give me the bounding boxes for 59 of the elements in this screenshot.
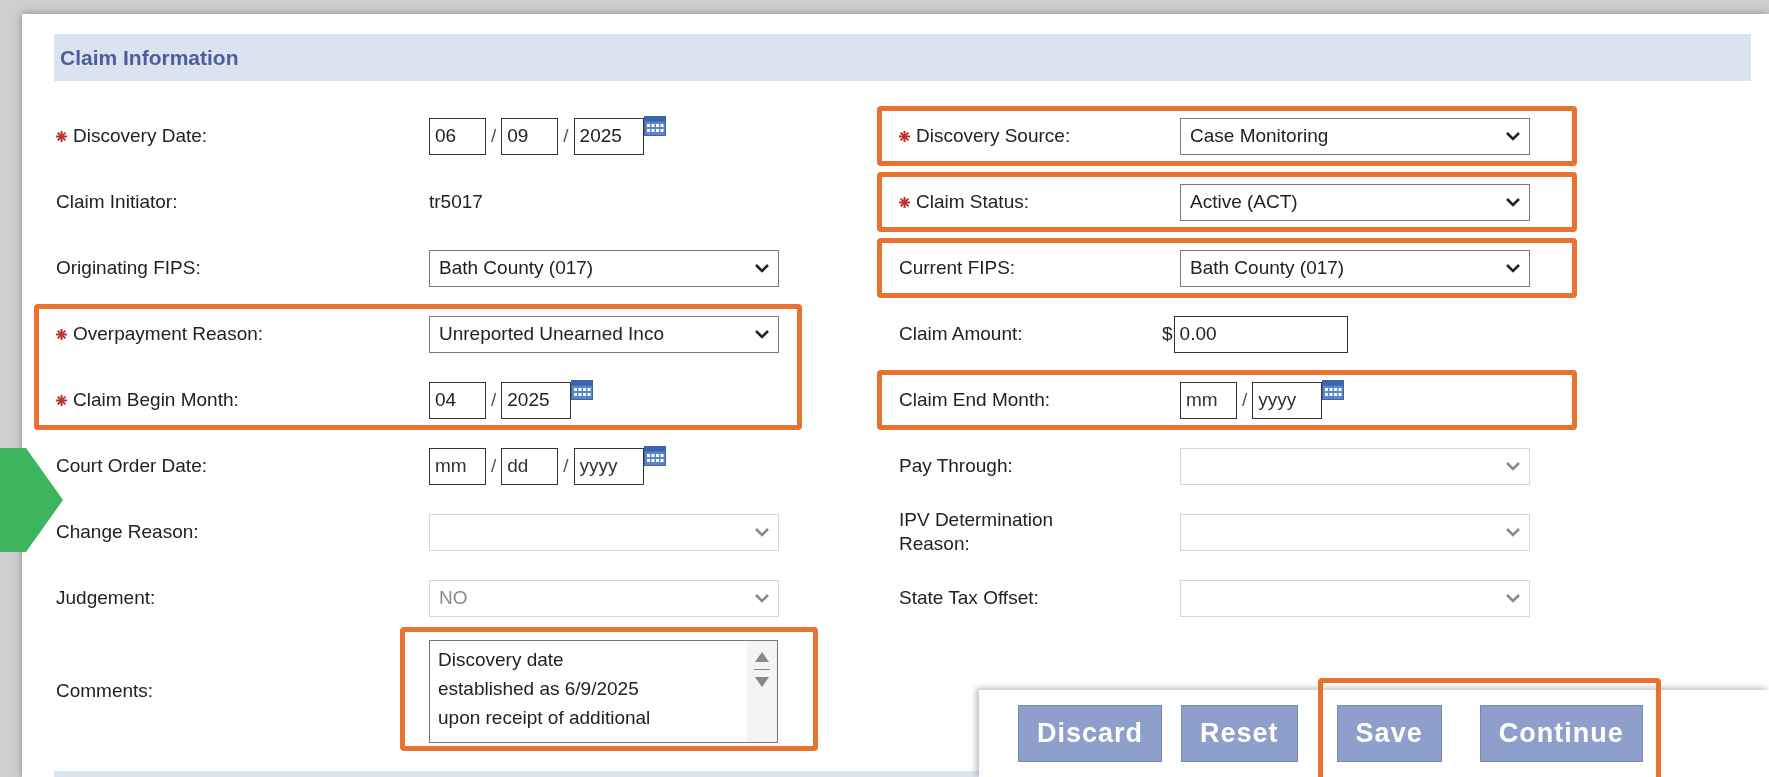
field-label: Discovery Date: [73,124,208,148]
comments-field[interactable]: Discovery date established as 6/9/2025 upon receipt of additional [429,639,778,743]
date-part-field[interactable]: mm [1180,381,1237,419]
chevron-down-icon [1505,527,1521,537]
chevron-down-icon [1505,461,1521,471]
field-label: Originating FIPS: [56,256,201,280]
dropdown[interactable]: Bath County (017) [429,249,779,287]
field-label: Claim Begin Month: [73,388,239,412]
dropdown[interactable]: Unreported Unearned Inco [429,315,779,353]
date-separator: / [491,389,497,411]
date-part-field[interactable]: yyyy [1252,381,1323,419]
field-label: Change Reason: [56,520,199,544]
field-label: Overpayment Reason: [73,322,264,346]
field-label: Claim Initiator: [56,190,178,214]
calendar-icon[interactable] [571,379,594,400]
date-separator: / [563,455,569,477]
chevron-down-icon [1505,263,1521,273]
dropdown[interactable]: Case Monitoring [1180,117,1530,155]
calendar-icon[interactable] [643,115,666,136]
field-label: Current FIPS: [899,256,1016,280]
date-part-field[interactable]: 2025 [573,117,644,155]
chevron-down-icon [1505,593,1521,603]
amount-field[interactable]: 0.00 [1173,315,1348,353]
calendar-icon[interactable] [1322,379,1345,400]
scroll-down-icon[interactable] [754,676,770,688]
field-label: Pay Through: [899,454,1013,478]
field-label: State Tax Offset: [899,586,1039,610]
date-part-field[interactable]: 06 [429,117,486,155]
date-part-field[interactable]: yyyy [573,447,644,485]
field-value: tr5017 [429,191,483,213]
currency-symbol: $ [1162,323,1173,345]
field-label: Claim End Month: [899,388,1050,412]
date-part-field[interactable]: 2025 [501,381,572,419]
date-part-field[interactable]: 04 [429,381,486,419]
field-label: Claim Amount: [899,322,1023,346]
chevron-down-icon [754,593,770,603]
chevron-down-icon [754,263,770,273]
scroll-up-icon[interactable] [754,650,770,663]
chevron-down-icon [1505,197,1521,207]
date-separator: / [491,455,497,477]
date-part-field[interactable]: dd [501,447,559,485]
section-title: Claim Information [60,45,239,70]
date-part-field[interactable]: mm [429,447,486,485]
date-separator: / [491,125,497,147]
date-part-field[interactable]: 09 [501,117,559,155]
chevron-down-icon [754,329,770,339]
date-separator: / [563,125,569,147]
chevron-down-icon [1505,131,1521,141]
dropdown[interactable]: Active (ACT) [1180,183,1530,221]
field-label: IPV Determination Reason: [899,508,1055,556]
calendar-icon[interactable] [643,445,666,466]
field-label: Judgement: [56,586,156,610]
field-label: Comments: [56,679,154,703]
field-label: Court Order Date: [56,454,207,478]
field-label: Claim Status: [916,190,1029,214]
dropdown[interactable]: Bath County (017) [1180,249,1530,287]
date-separator: / [1242,389,1248,411]
field-label: Discovery Source: [916,124,1071,148]
chevron-down-icon [754,527,770,537]
